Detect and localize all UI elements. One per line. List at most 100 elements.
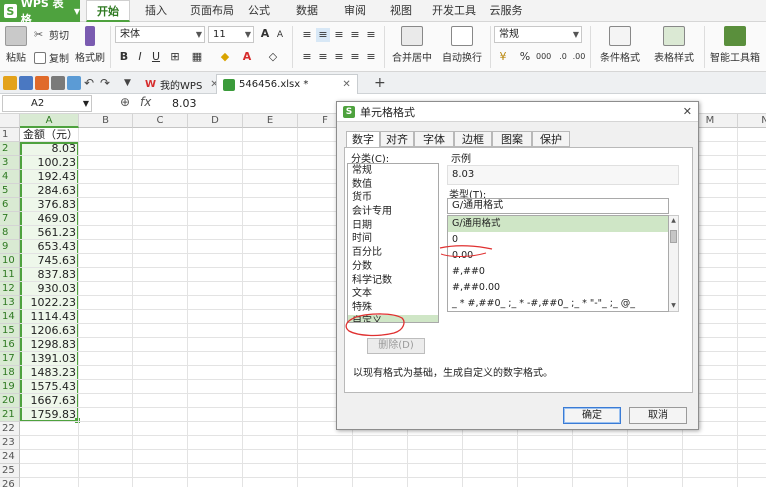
tab-file[interactable]: 546456.xlsx * ✕ xyxy=(216,74,358,94)
type-list-item[interactable]: _ * #,##0_ ;_ * -#,##0_ ;_ * "-"_ ;_ @_ xyxy=(448,296,668,311)
row-header-22[interactable]: 22 xyxy=(0,422,20,436)
customize-toolbar-icon[interactable]: ▼ xyxy=(124,76,138,90)
column-header-b[interactable]: B xyxy=(79,114,133,128)
cell-a13[interactable]: 1022.23 xyxy=(21,296,78,310)
close-icon[interactable]: ✕ xyxy=(683,105,692,118)
row-header-5[interactable]: 5 xyxy=(0,184,20,198)
row-header-11[interactable]: 11 xyxy=(0,268,20,282)
font-size-select[interactable]: 11 ▼ xyxy=(208,26,254,43)
number-format-select[interactable]: 常规 ▼ xyxy=(494,26,582,43)
type-list-item[interactable]: #,##0.00 xyxy=(448,280,668,296)
category-item[interactable]: 科学记数 xyxy=(348,274,438,288)
tab-number[interactable]: 数字 xyxy=(346,131,380,148)
cell-a5[interactable]: 284.63 xyxy=(21,184,78,198)
tab-font[interactable]: 字体 xyxy=(414,131,454,147)
menu-tab-insert[interactable]: 插入 xyxy=(138,0,174,22)
menu-tab-view[interactable]: 视图 xyxy=(386,0,416,22)
cell-a10[interactable]: 745.63 xyxy=(21,254,78,268)
row-header-10[interactable]: 10 xyxy=(0,254,20,268)
border-icon[interactable]: ⊞ xyxy=(168,50,182,64)
category-item[interactable]: 分数 xyxy=(348,260,438,274)
thousands-separator-icon[interactable]: 000 xyxy=(536,50,551,64)
table-style-button[interactable]: 表格样式 xyxy=(648,26,700,64)
wrap-text-button[interactable]: 自动换行 xyxy=(440,26,484,64)
menu-tab-page-layout[interactable]: 页面布局 xyxy=(186,0,238,22)
row-header-23[interactable]: 23 xyxy=(0,436,20,450)
menu-tab-developer[interactable]: 开发工具 xyxy=(430,0,478,22)
row-header-6[interactable]: 6 xyxy=(0,198,20,212)
cell-a18[interactable]: 1483.23 xyxy=(21,366,78,380)
decrease-font-icon[interactable]: A xyxy=(273,28,287,42)
select-all-corner[interactable] xyxy=(0,114,20,128)
row-header-7[interactable]: 7 xyxy=(0,212,20,226)
fill-color-icon[interactable]: ◆ xyxy=(218,50,232,64)
align-left-icon[interactable]: ≡ xyxy=(300,50,314,64)
copy-button[interactable]: 复制 xyxy=(34,50,69,65)
indent-icon[interactable]: ≡ xyxy=(348,28,362,42)
category-item[interactable]: 货币 xyxy=(348,191,438,205)
outdent-icon[interactable]: ≡ xyxy=(364,28,378,42)
new-tab-icon[interactable]: + xyxy=(374,76,388,90)
cell-a20[interactable]: 1667.63 xyxy=(21,394,78,408)
row-header-19[interactable]: 19 xyxy=(0,380,20,394)
name-box[interactable]: A2 ▼ xyxy=(2,95,92,112)
scroll-up-icon[interactable]: ▲ xyxy=(669,216,678,226)
undo-icon[interactable]: ↶ xyxy=(84,76,98,90)
cell-a15[interactable]: 1206.63 xyxy=(21,324,78,338)
type-list-item[interactable]: 0 xyxy=(448,232,668,248)
category-list[interactable]: 常规 数值 货币 会计专用 日期 时间 百分比 分数 科学记数 文本 特殊 自定义 xyxy=(347,163,439,323)
cell-a1[interactable]: 金额（元） xyxy=(21,128,78,142)
category-item[interactable]: 数值 xyxy=(348,178,438,192)
function-icon[interactable]: fx xyxy=(140,95,151,109)
ok-button[interactable]: 确定 xyxy=(563,407,621,424)
save-icon[interactable] xyxy=(19,76,33,90)
cell-a9[interactable]: 653.43 xyxy=(21,240,78,254)
column-header-c[interactable]: C xyxy=(133,114,188,128)
row-header-13[interactable]: 13 xyxy=(0,296,20,310)
menu-tab-cloud[interactable]: 云服务 xyxy=(486,0,526,22)
conditional-format-button[interactable]: 条件格式 xyxy=(594,26,646,64)
row-header-1[interactable]: 1 xyxy=(0,128,20,142)
category-item[interactable]: 会计专用 xyxy=(348,205,438,219)
cut-button[interactable]: ✂ 剪切 xyxy=(34,27,69,42)
category-item[interactable]: 时间 xyxy=(348,232,438,246)
print-icon[interactable] xyxy=(51,76,65,90)
column-header-e[interactable]: E xyxy=(243,114,298,128)
tab-my-wps[interactable]: W 我的WPS ✕ xyxy=(138,74,226,94)
cell-a6[interactable]: 376.83 xyxy=(21,198,78,212)
increase-font-icon[interactable]: A xyxy=(258,27,272,41)
decrease-decimal-icon[interactable]: .00 xyxy=(572,50,586,64)
type-list-item[interactable]: 0.00 xyxy=(448,248,668,264)
menu-tab-home[interactable]: 开始 xyxy=(86,0,130,22)
type-list-item[interactable]: G/通用格式 xyxy=(448,216,668,232)
tab-protection[interactable]: 保护 xyxy=(532,131,570,147)
column-header-d[interactable]: D xyxy=(188,114,243,128)
align-center-icon[interactable]: ≡ xyxy=(316,50,330,64)
category-item[interactable]: 百分比 xyxy=(348,246,438,260)
font-color-icon[interactable]: A xyxy=(240,50,254,64)
align-top-icon[interactable]: ≡ xyxy=(300,28,314,42)
cell-a16[interactable]: 1298.83 xyxy=(21,338,78,352)
row-header-26[interactable]: 26 xyxy=(0,478,20,487)
app-menu-button[interactable]: S WPS 表格 ▼ xyxy=(0,0,80,26)
underline-icon[interactable]: U xyxy=(149,50,163,64)
paste-button[interactable]: 粘贴 xyxy=(4,26,28,64)
tab-border[interactable]: 边框 xyxy=(454,131,492,147)
row-header-2[interactable]: 2 xyxy=(0,142,20,156)
cell-a4[interactable]: 192.43 xyxy=(21,170,78,184)
column-header-n[interactable]: N xyxy=(738,114,766,128)
row-header-3[interactable]: 3 xyxy=(0,156,20,170)
row-header-8[interactable]: 8 xyxy=(0,226,20,240)
cell-a14[interactable]: 1114.43 xyxy=(21,310,78,324)
cell-a2[interactable]: 8.03 xyxy=(21,142,78,156)
row-header-21[interactable]: 21 xyxy=(0,408,20,422)
export-pdf-icon[interactable] xyxy=(35,76,49,90)
smart-toolbox-button[interactable]: 智能工具箱 xyxy=(706,26,764,64)
bold-icon[interactable]: B xyxy=(117,50,131,64)
cell-a21[interactable]: 1759.83 xyxy=(21,408,78,422)
print-preview-icon[interactable] xyxy=(67,76,81,90)
align-right-icon[interactable]: ≡ xyxy=(332,50,346,64)
menu-tab-formulas[interactable]: 公式 xyxy=(244,0,274,22)
cell-a3[interactable]: 100.23 xyxy=(21,156,78,170)
category-item[interactable]: 特殊 xyxy=(348,301,438,315)
